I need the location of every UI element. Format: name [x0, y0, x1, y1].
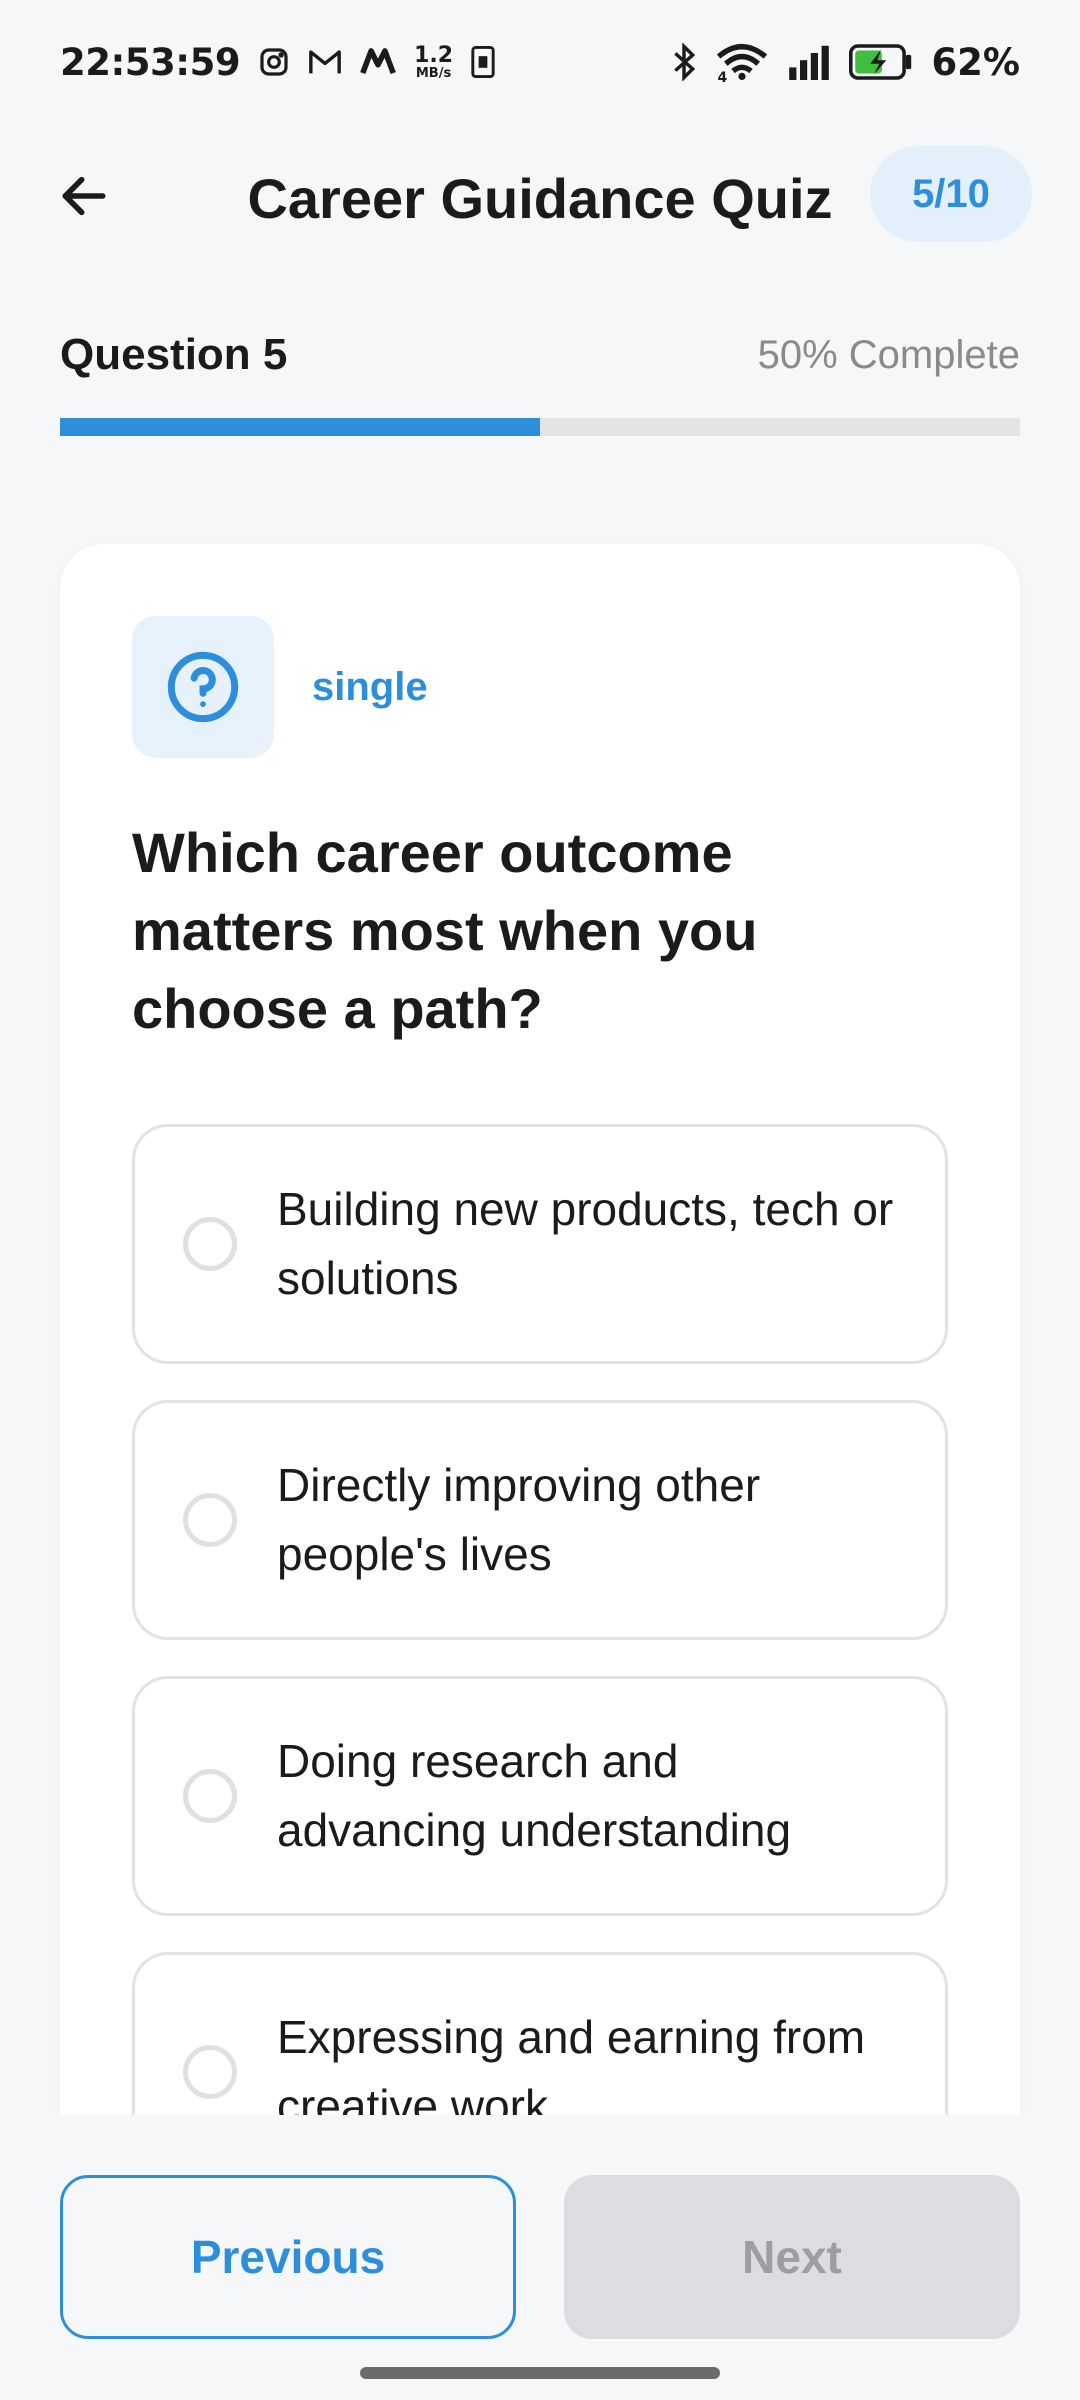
radio-button[interactable] [183, 1769, 237, 1823]
progress-bar-fill [60, 418, 540, 436]
radio-button[interactable] [183, 1217, 237, 1271]
sim-card-icon [471, 46, 495, 78]
percent-complete: 50% Complete [757, 332, 1020, 377]
question-circle-icon [165, 649, 241, 725]
answer-option-label: Expressing and earning from creative wor… [277, 2011, 866, 2115]
battery-charging-icon [849, 44, 913, 80]
question-number: Question 5 [60, 330, 288, 379]
network-speed-unit: MB/s [415, 65, 452, 81]
signal-icon [787, 44, 831, 80]
network-speed: 1.2 MB/s [414, 42, 454, 81]
progress-row: Question 5 50% Complete [60, 330, 1020, 380]
status-left: 22:53:59 1.2 MB/s [60, 41, 495, 84]
battery-percent: 62% [931, 40, 1020, 84]
bottom-nav-bar: Previous Next [0, 2115, 1080, 2400]
answer-option[interactable]: Directly improving other people's lives [132, 1400, 948, 1640]
app-bar: Career Guidance Quiz 5/10 [0, 140, 1080, 250]
answer-option[interactable]: Expressing and earning from creative wor… [132, 1952, 948, 2115]
answer-option-label: Doing research and advancing understandi… [277, 1735, 792, 1856]
network-speed-value: 1.2 [414, 42, 454, 68]
radio-button[interactable] [183, 1493, 237, 1547]
instagram-icon [258, 46, 290, 78]
status-right: 4 62% [671, 40, 1020, 86]
home-indicator[interactable] [360, 2367, 720, 2379]
question-card: single Which career outcome matters most… [60, 544, 1020, 2115]
question-type-row: single [132, 616, 428, 758]
question-type-label: single [312, 664, 428, 709]
answer-option[interactable]: Building new products, tech or solutions [132, 1124, 948, 1364]
wifi-icon: 4 [715, 42, 769, 86]
answer-option[interactable]: Doing research and advancing understandi… [132, 1676, 948, 1916]
status-time: 22:53:59 [60, 40, 241, 84]
answer-options: Building new products, tech or solutions… [132, 1124, 948, 2115]
status-bar: 22:53:59 1.2 MB/s 4 62% [0, 0, 1080, 124]
answer-option-label: Directly improving other people's lives [277, 1459, 761, 1580]
answer-option-label: Building new products, tech or solutions [277, 1183, 894, 1304]
question-scroll-area[interactable]: single Which career outcome matters most… [0, 480, 1080, 2115]
gmail-icon [308, 47, 342, 77]
previous-button[interactable]: Previous [60, 2175, 516, 2339]
wifi-label: 4 [717, 70, 728, 86]
question-text: Which career outcome matters most when y… [132, 821, 758, 1040]
question-progress-chip: 5/10 [870, 146, 1032, 242]
bluetooth-icon [671, 43, 697, 81]
app-m-icon [360, 47, 396, 77]
next-button[interactable]: Next [564, 2175, 1020, 2339]
radio-button[interactable] [183, 2045, 237, 2099]
progress-bar [60, 418, 1020, 436]
question-type-badge [132, 616, 274, 758]
